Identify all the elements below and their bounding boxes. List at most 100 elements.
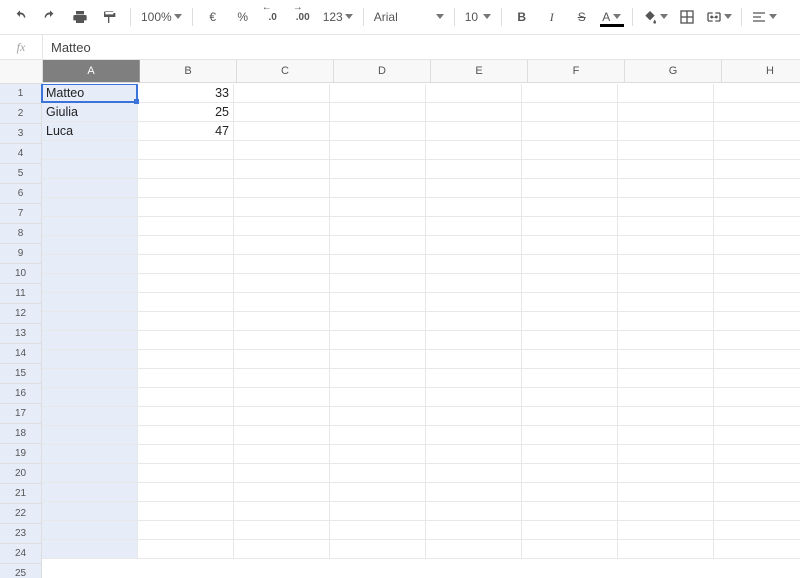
- cell-G1[interactable]: [618, 84, 714, 103]
- cell-C18[interactable]: [234, 407, 330, 426]
- cell-G9[interactable]: [618, 236, 714, 255]
- cell-H25[interactable]: [714, 540, 800, 559]
- cell-C21[interactable]: [234, 464, 330, 483]
- row-header-25[interactable]: 25: [0, 564, 42, 578]
- cell-B15[interactable]: [138, 350, 234, 369]
- cell-G7[interactable]: [618, 198, 714, 217]
- row-header-18[interactable]: 18: [0, 424, 42, 444]
- cell-B5[interactable]: [138, 160, 234, 179]
- cell-D16[interactable]: [330, 369, 426, 388]
- cell-G25[interactable]: [618, 540, 714, 559]
- cell-E23[interactable]: [426, 502, 522, 521]
- cell-C15[interactable]: [234, 350, 330, 369]
- cell-D14[interactable]: [330, 331, 426, 350]
- cell-D3[interactable]: [330, 122, 426, 141]
- cell-C3[interactable]: [234, 122, 330, 141]
- cell-B6[interactable]: [138, 179, 234, 198]
- cell-G4[interactable]: [618, 141, 714, 160]
- cell-D23[interactable]: [330, 502, 426, 521]
- undo-icon[interactable]: [6, 6, 34, 28]
- cell-A25[interactable]: [42, 540, 138, 559]
- cell-A16[interactable]: [42, 369, 138, 388]
- cell-C20[interactable]: [234, 445, 330, 464]
- cell-F11[interactable]: [522, 274, 618, 293]
- cell-F19[interactable]: [522, 426, 618, 445]
- row-header-16[interactable]: 16: [0, 384, 42, 404]
- cell-B17[interactable]: [138, 388, 234, 407]
- cell-F23[interactable]: [522, 502, 618, 521]
- cell-E5[interactable]: [426, 160, 522, 179]
- cell-H11[interactable]: [714, 274, 800, 293]
- cell-C5[interactable]: [234, 160, 330, 179]
- cell-G11[interactable]: [618, 274, 714, 293]
- cell-G20[interactable]: [618, 445, 714, 464]
- column-header-F[interactable]: F: [528, 60, 625, 83]
- cell-G23[interactable]: [618, 502, 714, 521]
- row-header-15[interactable]: 15: [0, 364, 42, 384]
- cell-A10[interactable]: [42, 255, 138, 274]
- cell-B10[interactable]: [138, 255, 234, 274]
- cell-A19[interactable]: [42, 426, 138, 445]
- cell-H19[interactable]: [714, 426, 800, 445]
- cell-B20[interactable]: [138, 445, 234, 464]
- cell-A14[interactable]: [42, 331, 138, 350]
- cell-C24[interactable]: [234, 521, 330, 540]
- cell-F12[interactable]: [522, 293, 618, 312]
- cell-D10[interactable]: [330, 255, 426, 274]
- cell-B7[interactable]: [138, 198, 234, 217]
- cell-G24[interactable]: [618, 521, 714, 540]
- cell-B16[interactable]: [138, 369, 234, 388]
- row-header-14[interactable]: 14: [0, 344, 42, 364]
- decrease-decimals-button[interactable]: ←.0: [259, 6, 287, 28]
- cell-D22[interactable]: [330, 483, 426, 502]
- cell-A11[interactable]: [42, 274, 138, 293]
- fill-color-button[interactable]: [639, 6, 671, 28]
- cell-H22[interactable]: [714, 483, 800, 502]
- cell-E10[interactable]: [426, 255, 522, 274]
- cell-E1[interactable]: [426, 84, 522, 103]
- cell-A7[interactable]: [42, 198, 138, 217]
- cell-E11[interactable]: [426, 274, 522, 293]
- cell-A5[interactable]: [42, 160, 138, 179]
- borders-button[interactable]: [673, 6, 701, 28]
- cell-B14[interactable]: [138, 331, 234, 350]
- cell-G22[interactable]: [618, 483, 714, 502]
- cell-B9[interactable]: [138, 236, 234, 255]
- row-header-13[interactable]: 13: [0, 324, 42, 344]
- cell-F17[interactable]: [522, 388, 618, 407]
- percent-button[interactable]: %: [229, 6, 257, 28]
- cell-A2[interactable]: Giulia: [42, 103, 138, 122]
- cell-C10[interactable]: [234, 255, 330, 274]
- cell-A13[interactable]: [42, 312, 138, 331]
- cell-D1[interactable]: [330, 84, 426, 103]
- cell-G18[interactable]: [618, 407, 714, 426]
- cell-G6[interactable]: [618, 179, 714, 198]
- cell-H8[interactable]: [714, 217, 800, 236]
- merge-cells-button[interactable]: [703, 6, 735, 28]
- cell-D11[interactable]: [330, 274, 426, 293]
- cell-F16[interactable]: [522, 369, 618, 388]
- cell-C7[interactable]: [234, 198, 330, 217]
- column-header-C[interactable]: C: [237, 60, 334, 83]
- cell-E21[interactable]: [426, 464, 522, 483]
- cell-G3[interactable]: [618, 122, 714, 141]
- cell-C25[interactable]: [234, 540, 330, 559]
- cell-E7[interactable]: [426, 198, 522, 217]
- row-header-5[interactable]: 5: [0, 164, 42, 184]
- cell-H21[interactable]: [714, 464, 800, 483]
- cell-D2[interactable]: [330, 103, 426, 122]
- cell-E25[interactable]: [426, 540, 522, 559]
- cell-H10[interactable]: [714, 255, 800, 274]
- cell-D13[interactable]: [330, 312, 426, 331]
- cell-H9[interactable]: [714, 236, 800, 255]
- cell-A12[interactable]: [42, 293, 138, 312]
- cell-E22[interactable]: [426, 483, 522, 502]
- print-icon[interactable]: [66, 6, 94, 28]
- cell-E19[interactable]: [426, 426, 522, 445]
- cell-H17[interactable]: [714, 388, 800, 407]
- cell-A8[interactable]: [42, 217, 138, 236]
- row-header-4[interactable]: 4: [0, 144, 42, 164]
- cell-A15[interactable]: [42, 350, 138, 369]
- select-all-corner[interactable]: [0, 60, 43, 84]
- font-size-combo[interactable]: 10: [461, 6, 495, 28]
